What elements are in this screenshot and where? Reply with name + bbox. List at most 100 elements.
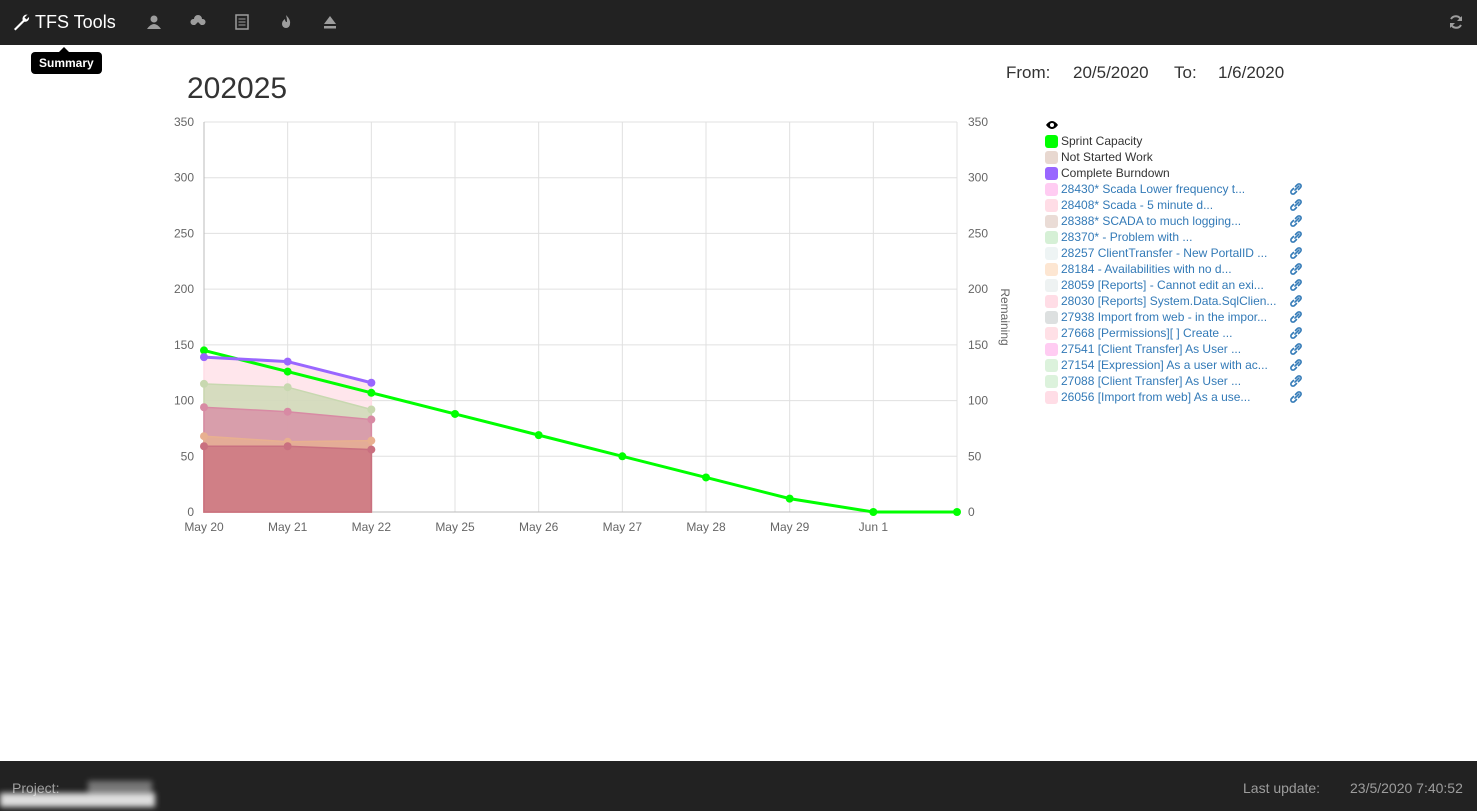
y-tick-label-left: 300 bbox=[174, 171, 194, 185]
legend-work-item[interactable]: 27088 [Client Transfer] As User ... bbox=[1045, 373, 1315, 389]
x-tick-label: Jun 1 bbox=[859, 520, 889, 534]
link-icon[interactable] bbox=[1289, 214, 1303, 228]
legend-work-item[interactable]: 28059 [Reports] - Cannot edit an exi... bbox=[1045, 277, 1315, 293]
legend-work-item[interactable]: 28430* Scada Lower frequency t... bbox=[1045, 181, 1315, 197]
chart-legend: Sprint Capacity Not Started Work Complete … bbox=[1045, 117, 1315, 405]
footer: Project: Last update: 23/5/2020 7:40:52 bbox=[0, 761, 1477, 811]
legend-swatch bbox=[1045, 310, 1058, 324]
work-item-link[interactable]: 28408* Scada - 5 minute d... bbox=[1061, 198, 1289, 212]
legend-visibility-toggle[interactable] bbox=[1045, 117, 1315, 133]
to-date[interactable]: 1/6/2020 bbox=[1218, 63, 1284, 83]
to-label: To: bbox=[1174, 63, 1197, 82]
eject-icon[interactable] bbox=[320, 12, 340, 32]
legend-label: Complete Burndown bbox=[1061, 166, 1170, 180]
list-icon[interactable] bbox=[232, 12, 252, 32]
work-item-link[interactable]: 28059 [Reports] - Cannot edit an exi... bbox=[1061, 278, 1289, 292]
link-icon[interactable] bbox=[1289, 198, 1303, 212]
y-tick-label-left: 0 bbox=[187, 505, 194, 519]
area-point bbox=[367, 436, 376, 445]
from-date[interactable]: 20/5/2020 bbox=[1073, 63, 1149, 83]
eye-icon[interactable] bbox=[1045, 120, 1059, 130]
link-icon[interactable] bbox=[1289, 374, 1303, 388]
legend-work-item[interactable]: 28388* SCADA to much logging... bbox=[1045, 213, 1315, 229]
legend-work-item[interactable]: 27541 [Client Transfer] As User ... bbox=[1045, 341, 1315, 357]
legend-swatch bbox=[1045, 246, 1058, 260]
area-point bbox=[367, 405, 376, 414]
legend-work-item[interactable]: 28257 ClientTransfer - New PortalID ... bbox=[1045, 245, 1315, 261]
link-icon[interactable] bbox=[1289, 278, 1303, 292]
legend-work-item[interactable]: 28030 [Reports] System.Data.SqlClien... bbox=[1045, 293, 1315, 309]
work-item-link[interactable]: 28370* - Problem with ... bbox=[1061, 230, 1289, 244]
area-point bbox=[200, 432, 208, 441]
legend-work-item[interactable]: 28408* Scada - 5 minute d... bbox=[1045, 197, 1315, 213]
area-point bbox=[283, 442, 292, 451]
y-tick-label-left: 150 bbox=[174, 338, 194, 352]
x-tick-label: May 21 bbox=[268, 520, 308, 534]
work-item-link[interactable]: 27154 [Expression] As a user with ac... bbox=[1061, 358, 1289, 372]
link-icon[interactable] bbox=[1289, 310, 1303, 324]
work-item-link[interactable]: 28388* SCADA to much logging... bbox=[1061, 214, 1289, 228]
legend-swatch bbox=[1045, 182, 1058, 196]
area-point bbox=[200, 379, 208, 388]
series-point bbox=[283, 357, 292, 366]
legend-series[interactable]: Sprint Capacity bbox=[1045, 133, 1315, 149]
legend-swatch bbox=[1045, 150, 1058, 164]
legend-swatch bbox=[1045, 294, 1058, 308]
legend-series[interactable]: Not Started Work bbox=[1045, 149, 1315, 165]
y-tick-label-right: 150 bbox=[968, 338, 988, 352]
y-tick-label-left: 200 bbox=[174, 282, 194, 296]
x-tick-label: May 27 bbox=[603, 520, 643, 534]
legend-work-item[interactable]: 28370* - Problem with ... bbox=[1045, 229, 1315, 245]
legend-work-item[interactable]: 27938 Import from web - in the impor... bbox=[1045, 309, 1315, 325]
legend-swatch bbox=[1045, 358, 1058, 372]
link-icon[interactable] bbox=[1289, 390, 1303, 404]
area-point bbox=[283, 383, 292, 392]
work-item-link[interactable]: 27541 [Client Transfer] As User ... bbox=[1061, 342, 1289, 356]
area-point bbox=[283, 407, 292, 416]
series-point bbox=[367, 388, 376, 397]
link-icon[interactable] bbox=[1289, 342, 1303, 356]
link-icon[interactable] bbox=[1289, 262, 1303, 276]
legend-work-item[interactable]: 27154 [Expression] As a user with ac... bbox=[1045, 357, 1315, 373]
work-item-link[interactable]: 27088 [Client Transfer] As User ... bbox=[1061, 374, 1289, 388]
series-point bbox=[200, 353, 208, 362]
fire-icon[interactable] bbox=[276, 12, 296, 32]
stacked-area bbox=[203, 445, 373, 513]
work-item-link[interactable]: 28257 ClientTransfer - New PortalID ... bbox=[1061, 246, 1289, 260]
from-label: From: bbox=[1006, 63, 1051, 82]
y-tick-label-right: 300 bbox=[968, 171, 988, 185]
legend-work-item[interactable]: 26056 [Import from web] As a use... bbox=[1045, 389, 1315, 405]
refresh-icon[interactable] bbox=[1446, 12, 1466, 32]
work-item-link[interactable]: 27938 Import from web - in the impor... bbox=[1061, 310, 1289, 324]
legend-work-item[interactable]: 28184 - Availabilities with no d... bbox=[1045, 261, 1315, 277]
wrench-icon bbox=[14, 14, 30, 31]
link-icon[interactable] bbox=[1289, 230, 1303, 244]
x-tick-label: May 22 bbox=[352, 520, 392, 534]
legend-swatch bbox=[1045, 198, 1058, 212]
legend-swatch bbox=[1045, 326, 1058, 340]
x-tick-label: May 26 bbox=[519, 520, 559, 534]
link-icon[interactable] bbox=[1289, 294, 1303, 308]
user-icon[interactable] bbox=[144, 12, 164, 32]
work-item-link[interactable]: 26056 [Import from web] As a use... bbox=[1061, 390, 1289, 404]
link-icon[interactable] bbox=[1289, 246, 1303, 260]
page-title: 202025 bbox=[187, 72, 288, 105]
link-icon[interactable] bbox=[1289, 358, 1303, 372]
work-item-link[interactable]: 28184 - Availabilities with no d... bbox=[1061, 262, 1289, 276]
link-icon[interactable] bbox=[1289, 326, 1303, 340]
work-item-link[interactable]: 27668 [Permissions][ ] Create ... bbox=[1061, 326, 1289, 340]
y-tick-label-right: 50 bbox=[968, 449, 982, 463]
cloud-upload-icon[interactable] bbox=[188, 12, 208, 32]
link-icon[interactable] bbox=[1289, 182, 1303, 196]
y-tick-label-right: 100 bbox=[968, 394, 988, 408]
y-tick-label-right: 200 bbox=[968, 282, 988, 296]
legend-swatch bbox=[1045, 374, 1058, 388]
series-point bbox=[534, 431, 543, 440]
work-item-link[interactable]: 28030 [Reports] System.Data.SqlClien... bbox=[1061, 294, 1289, 308]
y-axis-label-right: Remaining bbox=[998, 288, 1012, 345]
work-item-link[interactable]: 28430* Scada Lower frequency t... bbox=[1061, 182, 1289, 196]
legend-series[interactable]: Complete Burndown bbox=[1045, 165, 1315, 181]
brand[interactable]: TFS Tools bbox=[12, 9, 116, 35]
legend-work-item[interactable]: 27668 [Permissions][ ] Create ... bbox=[1045, 325, 1315, 341]
area-point bbox=[367, 415, 376, 424]
